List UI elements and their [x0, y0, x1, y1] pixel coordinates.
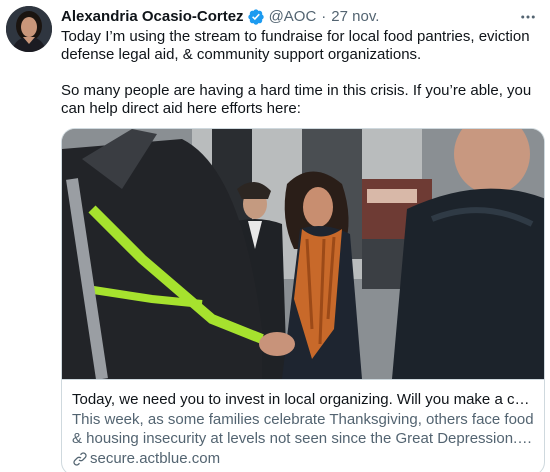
card-body: Today, we need you to invest in local or… [62, 379, 544, 472]
card-image [62, 129, 544, 379]
card-title: Today, we need you to invest in local or… [72, 391, 536, 408]
tweet-paragraph: Today I’m using the stream to fundraise … [61, 28, 530, 63]
tweet-text: Today I’m using the stream to fundraise … [61, 28, 545, 118]
card-domain-text: secure.actblue.com [90, 450, 221, 467]
header-separator: · [321, 8, 327, 25]
link-icon [72, 451, 88, 467]
card-description: This week, as some families celebrate Th… [72, 411, 534, 447]
tweet-header: Alexandria Ocasio-Cortez @AOC · 27 nov. [61, 6, 545, 28]
card-domain: secure.actblue.com [72, 449, 536, 468]
verified-badge-icon [247, 8, 265, 26]
link-preview-card[interactable]: Today, we need you to invest in local or… [61, 128, 545, 472]
author-handle[interactable]: @AOC [269, 6, 317, 28]
more-options-icon[interactable] [515, 6, 541, 28]
tweet-date[interactable]: 27 nov. [331, 6, 379, 28]
avatar[interactable] [6, 6, 52, 52]
author-name[interactable]: Alexandria Ocasio-Cortez [61, 6, 244, 28]
tweet-paragraph: So many people are having a hard time in… [61, 82, 532, 117]
tweet[interactable]: Alexandria Ocasio-Cortez @AOC · 27 nov. … [0, 0, 550, 472]
tweet-content: Alexandria Ocasio-Cortez @AOC · 27 nov. … [61, 6, 545, 472]
